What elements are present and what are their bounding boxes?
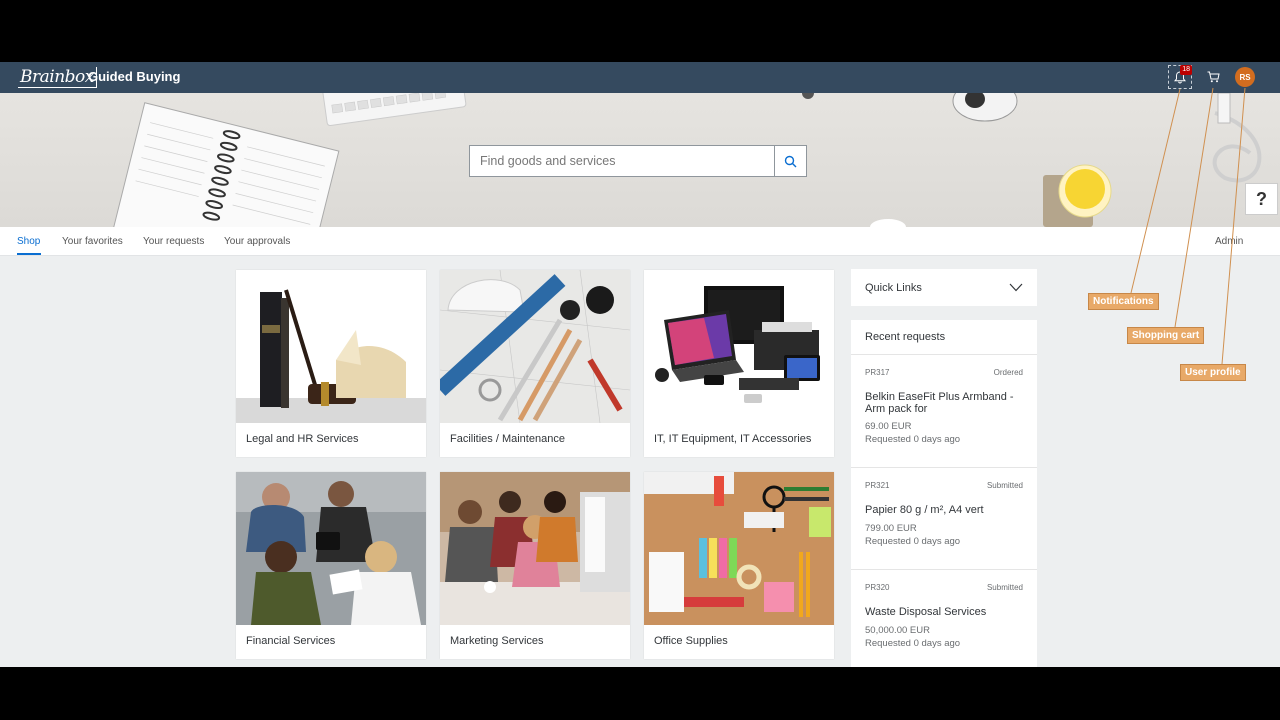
admin-link[interactable]: Admin	[1215, 236, 1243, 247]
search-input[interactable]	[470, 146, 774, 176]
request-price: 50,000.00 EUR	[865, 625, 930, 636]
tab-your-requests[interactable]: Your requests	[143, 236, 204, 247]
request-price: 799.00 EUR	[865, 523, 917, 534]
notifications-callout: Notifications	[1088, 293, 1159, 310]
app-title: Guided Buying	[88, 69, 181, 84]
category-tile-financial[interactable]: Financial Services	[236, 472, 426, 659]
search-icon	[784, 155, 797, 167]
cart-icon	[1207, 71, 1220, 83]
tile-label: Office Supplies	[654, 635, 728, 647]
category-tile-legal-hr[interactable]: Legal and HR Services	[236, 270, 426, 457]
tile-image	[236, 472, 426, 625]
category-tile-facilities[interactable]: Facilities / Maintenance	[440, 270, 630, 457]
notification-badge: 18	[1180, 65, 1192, 75]
quick-links-label: Quick Links	[865, 281, 922, 294]
tile-label: Legal and HR Services	[246, 433, 359, 445]
tile-image	[644, 472, 834, 625]
request-status: Submitted	[986, 583, 1023, 592]
marketing-image	[440, 472, 630, 625]
request-status: Submitted	[986, 481, 1023, 490]
search-bar	[469, 145, 807, 177]
hero-banner: ?	[0, 93, 1280, 227]
category-tile-marketing[interactable]: Marketing Services	[440, 472, 630, 659]
request-item[interactable]: PR321 Submitted Papier 80 g / m², A4 ver…	[851, 468, 1037, 570]
notifications-button[interactable]: 18	[1168, 65, 1192, 89]
shopping-cart-callout: Shopping cart	[1127, 327, 1205, 344]
request-id: PR317	[865, 368, 890, 377]
tile-label: Financial Services	[246, 635, 336, 647]
tile-label: Marketing Services	[450, 635, 544, 647]
request-id: PR320	[865, 583, 890, 592]
request-name: Waste Disposal Services	[865, 606, 987, 618]
app-window: Brainbox Guided Buying 18 RS Find goods …	[0, 62, 1280, 667]
it-equipment-image	[644, 270, 834, 423]
active-tab-indicator	[17, 253, 41, 255]
request-name: Papier 80 g / m², A4 vert	[865, 504, 984, 516]
tile-label: Facilities / Maintenance	[450, 433, 565, 445]
shell-bar: Brainbox Guided Buying 18 RS	[0, 62, 1280, 93]
request-item[interactable]: PR317 Ordered Belkin EaseFit Plus Armban…	[851, 355, 1037, 468]
request-name: Belkin EaseFit Plus Armband - Arm pack f…	[865, 391, 1014, 415]
user-avatar[interactable]: RS	[1235, 67, 1255, 87]
recent-requests-panel: Recent requests PR317 Ordered Belkin Eas…	[851, 320, 1037, 667]
request-date: Requested 0 days ago	[865, 536, 961, 547]
tab-your-favorites[interactable]: Your favorites	[62, 236, 123, 247]
category-tile-it-equipment[interactable]: IT, IT Equipment, IT Accessories	[644, 270, 834, 457]
recent-requests-title: Recent requests	[851, 320, 1037, 355]
category-tile-office-supplies[interactable]: Office Supplies	[644, 472, 834, 659]
request-price: 69.00 EUR	[865, 421, 912, 432]
request-id: PR321	[865, 481, 890, 490]
tile-image	[644, 270, 834, 423]
tab-shop[interactable]: Shop	[17, 236, 40, 247]
brainbox-logo[interactable]: Brainbox	[18, 67, 97, 88]
chevron-down-icon	[1009, 283, 1023, 292]
help-button[interactable]: ?	[1245, 183, 1278, 215]
tile-label: IT, IT Equipment, IT Accessories	[654, 433, 812, 445]
tile-image	[440, 270, 630, 423]
legal-image	[236, 270, 426, 423]
financial-image	[236, 472, 426, 625]
quick-links-toggle[interactable]: Quick Links	[851, 269, 1037, 306]
request-date: Requested 0 days ago	[865, 434, 961, 445]
tab-bar: Shop Your favorites Your requests Your a…	[0, 227, 1280, 256]
office-supplies-image	[644, 472, 834, 625]
request-date: Requested 0 days ago	[865, 638, 961, 649]
request-status: Ordered	[993, 368, 1023, 377]
search-button[interactable]	[774, 146, 806, 176]
tab-your-approvals[interactable]: Your approvals	[224, 236, 290, 247]
request-item[interactable]: PR320 Submitted Waste Disposal Services …	[851, 570, 1037, 667]
tile-image	[236, 270, 426, 423]
user-profile-callout: User profile	[1180, 364, 1246, 381]
shopping-cart-button[interactable]	[1203, 67, 1223, 87]
tile-image	[440, 472, 630, 625]
facilities-image	[440, 270, 630, 423]
